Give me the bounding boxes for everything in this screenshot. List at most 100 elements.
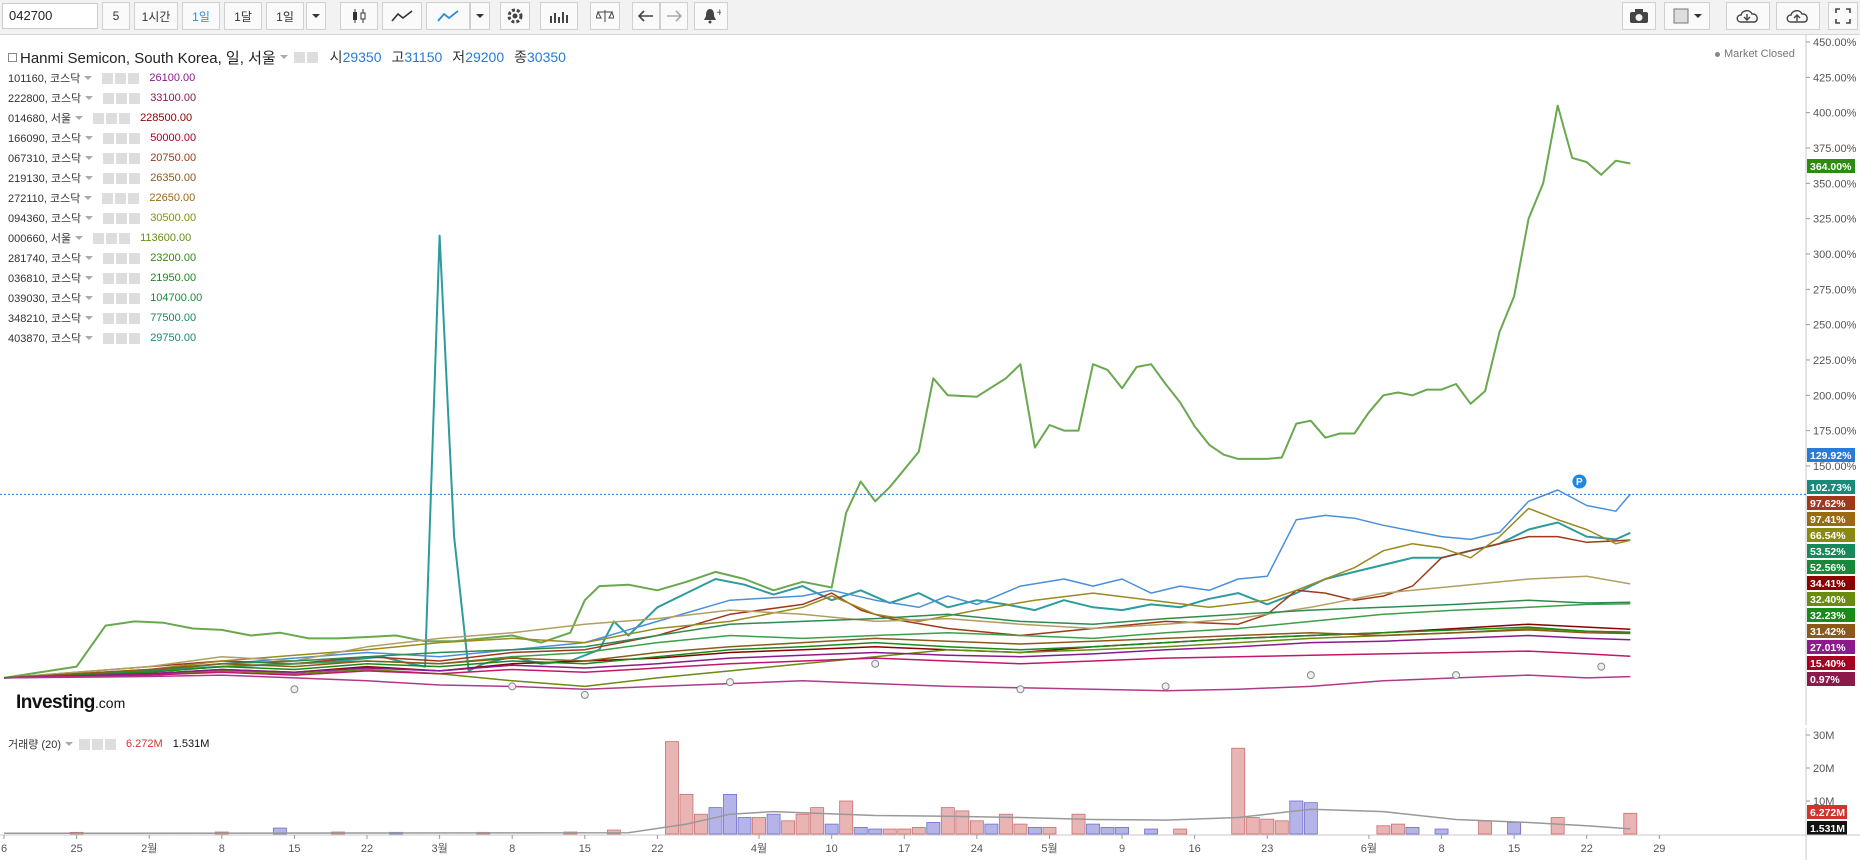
close-icon[interactable]: [129, 252, 141, 264]
settings-icon[interactable]: [116, 152, 128, 164]
chevron-down-icon[interactable]: [85, 316, 94, 320]
volume-ma-value: 1.531M: [172, 738, 210, 750]
close-icon[interactable]: [119, 112, 131, 124]
chevron-down-icon[interactable]: [85, 296, 94, 300]
candle-chart-button[interactable]: [340, 2, 378, 30]
visibility-icon[interactable]: [103, 152, 115, 164]
chevron-down-icon[interactable]: [85, 276, 94, 280]
settings-icon[interactable]: [116, 252, 128, 264]
settings-icon[interactable]: [115, 192, 127, 204]
collapse-icon[interactable]: [8, 52, 17, 62]
interval-custom-button[interactable]: 1일: [266, 2, 304, 30]
visibility-icon[interactable]: [293, 51, 305, 63]
visibility-icon[interactable]: [103, 332, 115, 344]
visibility-icon[interactable]: [103, 312, 115, 324]
settings-icon[interactable]: [116, 172, 128, 184]
interval-1h-button[interactable]: 1시간: [134, 2, 178, 30]
settings-icon[interactable]: [306, 51, 318, 63]
settings-icon[interactable]: [116, 272, 128, 284]
settings-icon[interactable]: [116, 132, 128, 144]
fullscreen-button[interactable]: [1828, 2, 1858, 30]
interval-dropdown-button[interactable]: [306, 2, 326, 30]
settings-icon[interactable]: [116, 332, 128, 344]
visibility-icon[interactable]: [103, 292, 115, 304]
redo-button[interactable]: [660, 2, 688, 30]
settings-icon[interactable]: [116, 292, 128, 304]
visibility-icon[interactable]: [103, 132, 115, 144]
comparison-row: 166090, 코스닥 50000.00: [8, 128, 566, 148]
cloud-load-button[interactable]: [1726, 2, 1770, 30]
undo-button[interactable]: [632, 2, 660, 30]
layout-button[interactable]: [1664, 2, 1710, 30]
chevron-down-icon[interactable]: [64, 742, 73, 746]
close-icon[interactable]: [128, 192, 140, 204]
chart-type-dropdown[interactable]: [470, 2, 490, 30]
close-icon[interactable]: [119, 232, 131, 244]
chevron-down-icon[interactable]: [84, 196, 93, 200]
close-icon[interactable]: [129, 332, 141, 344]
comparison-row: 039030, 코스닥 104700.00: [8, 288, 566, 308]
settings-icon[interactable]: [116, 312, 128, 324]
volume-bar: [708, 807, 723, 835]
settings-icon[interactable]: [116, 212, 128, 224]
close-icon[interactable]: [129, 292, 141, 304]
chevron-down-icon[interactable]: [85, 96, 94, 100]
x-tick-label: 6: [1, 843, 7, 855]
chevron-down-icon[interactable]: [75, 116, 84, 120]
close-icon[interactable]: [129, 172, 141, 184]
settings-icon[interactable]: [91, 738, 103, 750]
close-icon[interactable]: [129, 272, 141, 284]
interval-1d-button[interactable]: 1일: [182, 2, 220, 30]
area-chart-button[interactable]: [382, 2, 422, 30]
cloud-save-button[interactable]: [1776, 2, 1820, 30]
chevron-down-icon[interactable]: [85, 156, 94, 160]
chevron-down-icon[interactable]: [84, 76, 93, 80]
value-flag-label: 102.73%: [1810, 482, 1852, 494]
line-chart-button[interactable]: [426, 2, 470, 30]
volume-chart[interactable]: 10M20M30M6.272M1.531M6 25 2월 8 15 22 3월 8 15 22 4월…: [0, 728, 1860, 860]
visibility-icon[interactable]: [103, 252, 115, 264]
open-label: 시: [329, 49, 343, 65]
alert-button[interactable]: +: [694, 2, 728, 30]
visibility-icon[interactable]: [103, 212, 115, 224]
close-icon[interactable]: [129, 212, 141, 224]
close-icon[interactable]: [129, 132, 141, 144]
visibility-icon[interactable]: [103, 92, 115, 104]
interval-1m-button[interactable]: 1달: [224, 2, 262, 30]
visibility-icon[interactable]: [103, 272, 115, 284]
symbol-input[interactable]: 042700: [2, 3, 98, 29]
chevron-down-icon[interactable]: [85, 216, 94, 220]
settings-icon[interactable]: [106, 112, 118, 124]
interval-5-button[interactable]: 5: [102, 2, 130, 30]
event-marker: [1306, 671, 1315, 680]
settings-icon[interactable]: [115, 72, 127, 84]
chevron-down-icon[interactable]: [85, 336, 94, 340]
visibility-icon[interactable]: [78, 738, 90, 750]
indicators-button[interactable]: [540, 2, 578, 30]
chevron-down-icon[interactable]: [279, 55, 288, 59]
chevron-down-icon: [312, 14, 320, 18]
close-icon[interactable]: [129, 92, 141, 104]
close-icon[interactable]: [104, 738, 116, 750]
y-tick-label: 175.00%: [1813, 426, 1857, 438]
visibility-icon[interactable]: [93, 112, 105, 124]
close-icon[interactable]: [128, 72, 140, 84]
close-icon[interactable]: [129, 312, 141, 324]
settings-button[interactable]: [500, 2, 530, 30]
visibility-icon[interactable]: [93, 232, 105, 244]
chevron-down-icon[interactable]: [85, 256, 94, 260]
screenshot-button[interactable]: [1622, 2, 1656, 30]
comparison-code: 036810, 코스닥: [8, 273, 82, 285]
compare-button[interactable]: [590, 2, 620, 30]
close-icon[interactable]: [129, 152, 141, 164]
settings-icon[interactable]: [106, 232, 118, 244]
visibility-icon[interactable]: [102, 192, 114, 204]
volume-bar: [1013, 823, 1028, 835]
mountain-chart-icon: [391, 10, 413, 22]
chevron-down-icon[interactable]: [75, 236, 84, 240]
chevron-down-icon[interactable]: [85, 176, 94, 180]
visibility-icon[interactable]: [102, 72, 114, 84]
chevron-down-icon[interactable]: [85, 136, 94, 140]
settings-icon[interactable]: [116, 92, 128, 104]
visibility-icon[interactable]: [103, 172, 115, 184]
